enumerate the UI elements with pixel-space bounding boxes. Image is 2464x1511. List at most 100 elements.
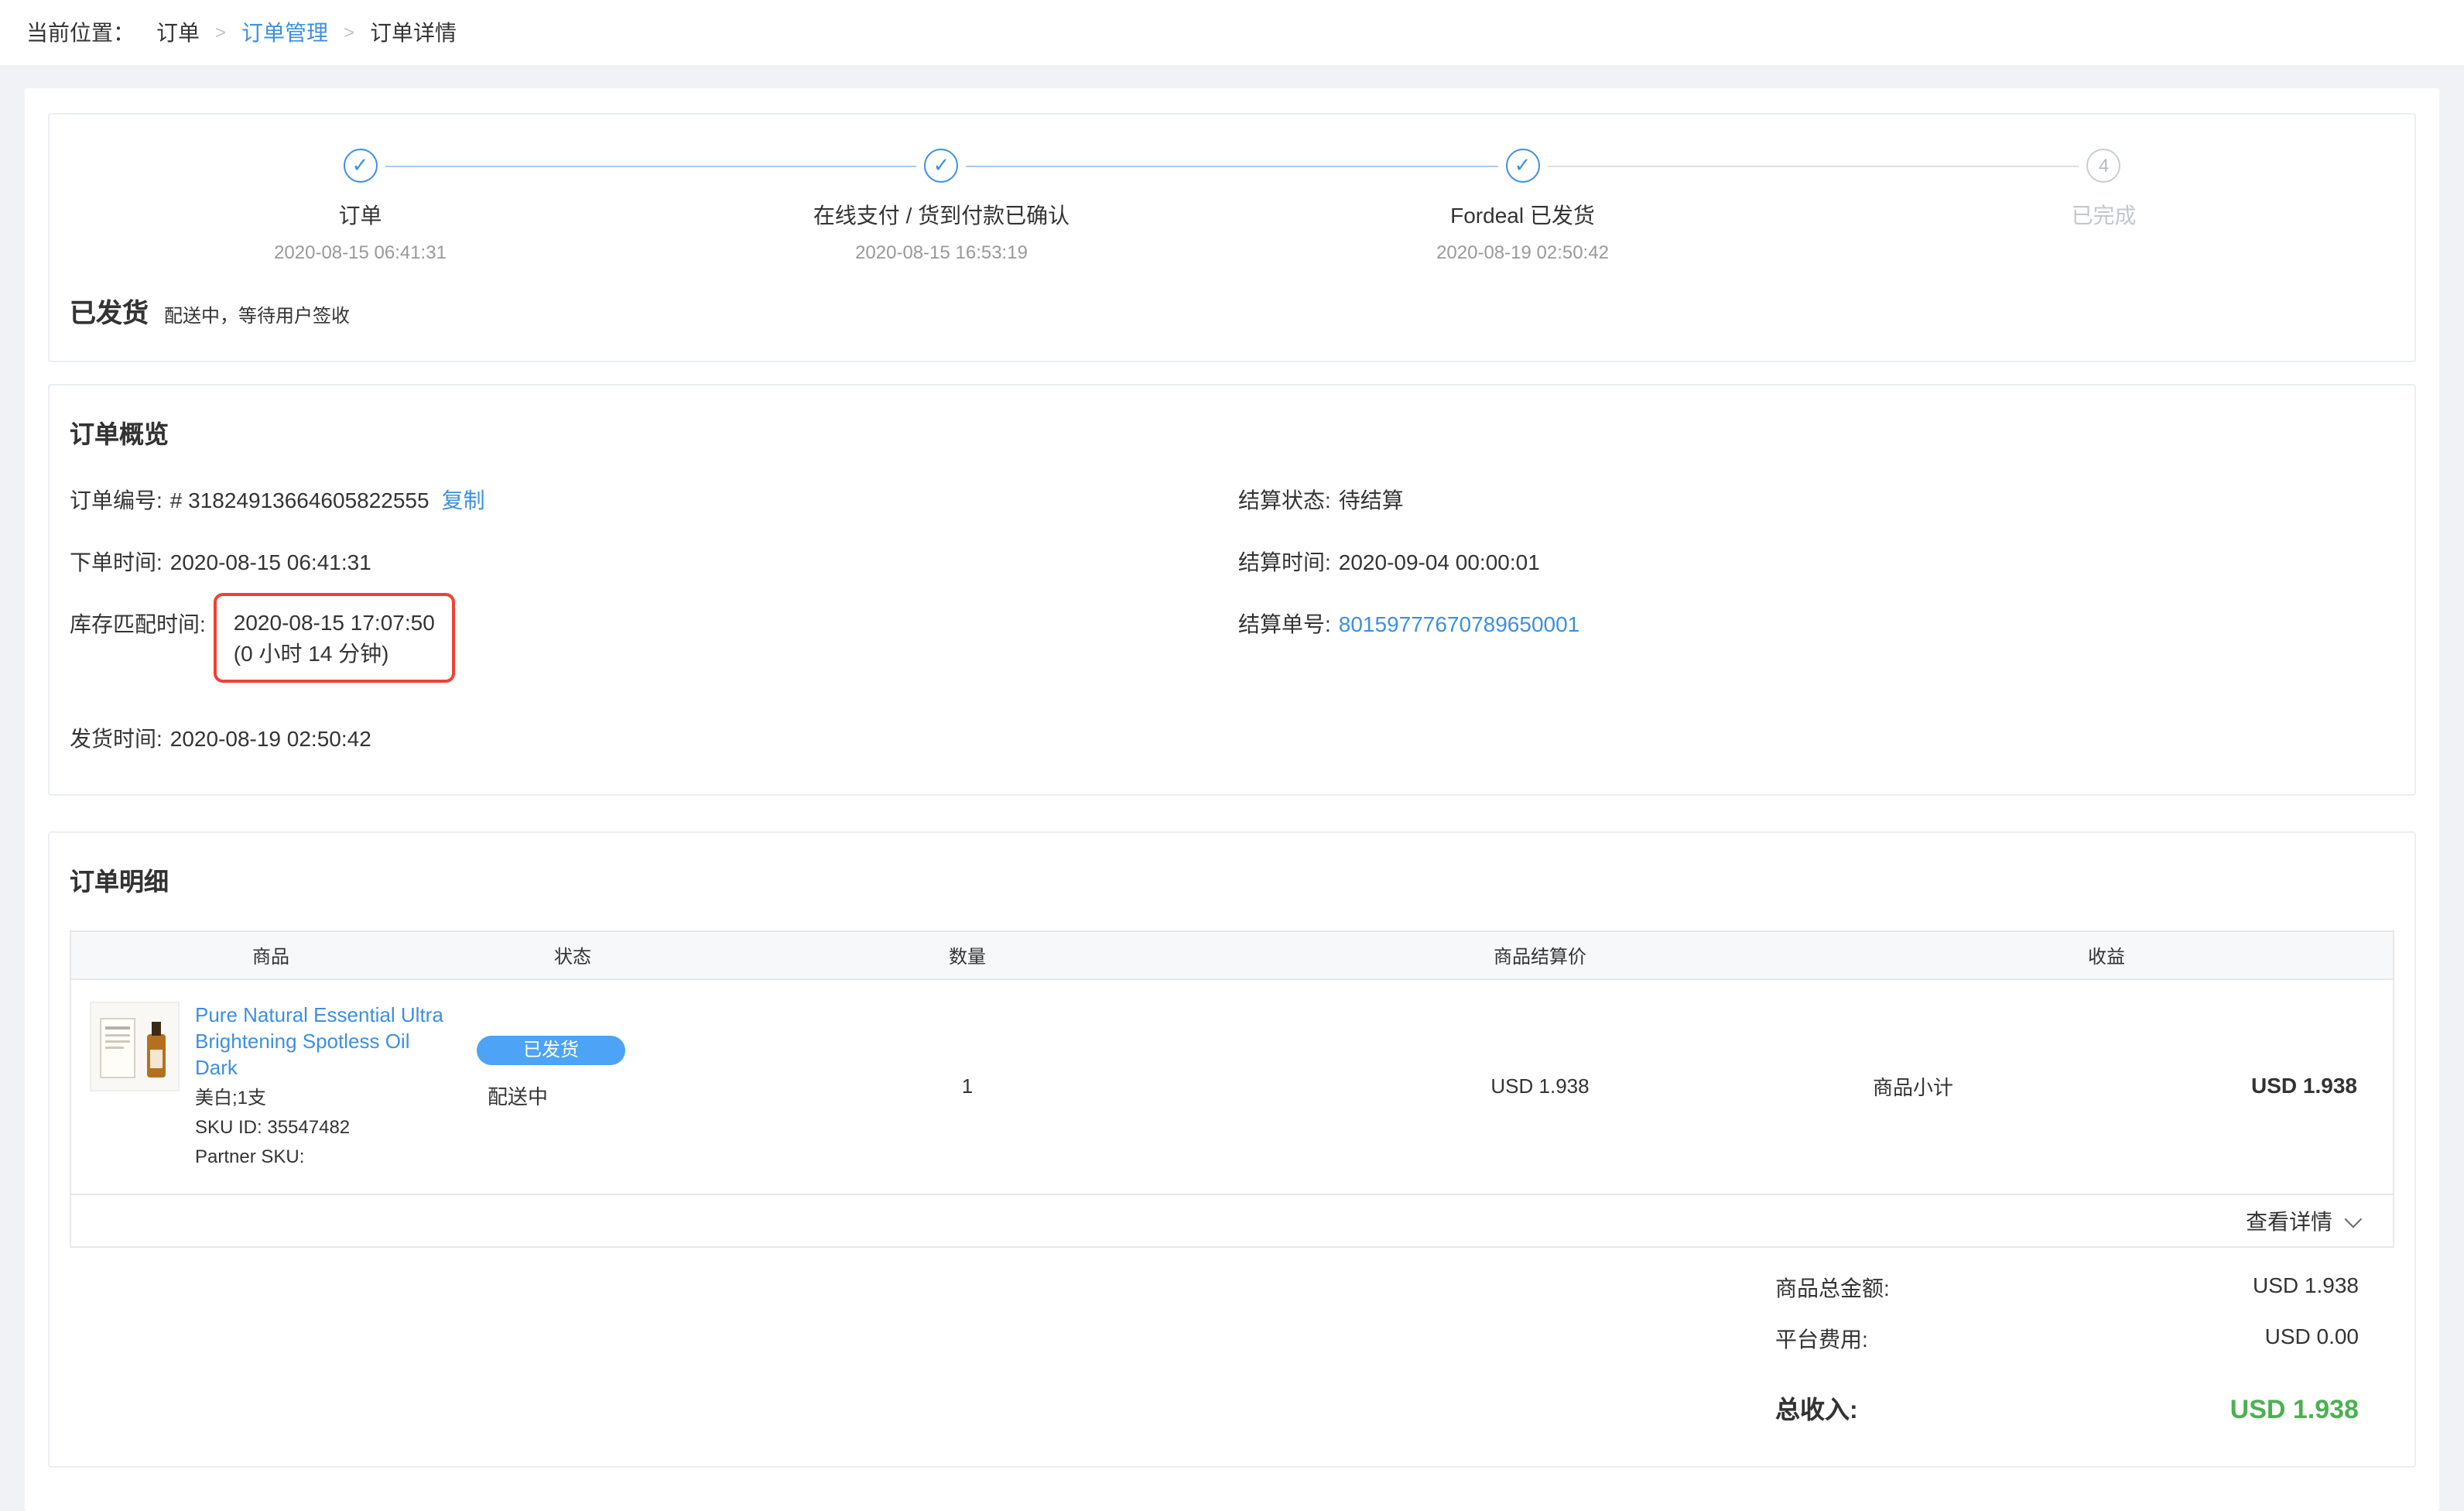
- order-time-value: 2020-08-15 06:41:31: [170, 546, 371, 579]
- overview-grid: 订单编号: # 31824913664605822555 复制 下单时间: 20…: [70, 485, 2394, 785]
- shipping-status-desc: 配送中，等待用户签收: [164, 302, 350, 328]
- check-icon: ✓: [933, 153, 950, 178]
- total-income-label: 总收入:: [1775, 1389, 1858, 1426]
- income-value: USD 1.938: [2251, 1073, 2357, 1098]
- stock-match-time-highlight-box: 2020-08-15 17:07:50 (0 小时 14 分钟): [214, 593, 455, 683]
- ship-time-label: 发货时间:: [70, 723, 163, 756]
- quantity-cell: 1: [675, 1002, 1260, 1169]
- step-title: 已完成: [1813, 200, 2394, 231]
- step-connector-line: [967, 166, 1498, 167]
- shipping-status: 已发货 配送中，等待用户签收: [70, 291, 2394, 330]
- order-progress-panel: ✓ 订单 2020-08-15 06:41:31 ✓ 在线支付 / 货到付款已确…: [48, 113, 2416, 362]
- status-cell: 已发货 配送中: [471, 1002, 675, 1169]
- settle-time-label: 结算时间:: [1238, 546, 1331, 579]
- step-title: 订单: [70, 200, 651, 231]
- income-cell: 商品小计 USD 1.938: [1820, 1002, 2393, 1169]
- header-status: 状态: [471, 942, 675, 968]
- breadcrumb-item-orders[interactable]: 订单: [156, 17, 200, 48]
- step-connector-line: [385, 166, 917, 167]
- settle-status-value: 待结算: [1339, 485, 1404, 517]
- settle-number-link[interactable]: 80159777670789650001: [1339, 608, 1579, 641]
- breadcrumb-label: 当前位置：: [26, 17, 135, 48]
- subtotal-label: 商品小计: [1873, 1071, 1953, 1100]
- summary-total-row: 总收入: USD 1.938: [1775, 1389, 2359, 1426]
- view-detail-toggle[interactable]: 查看详情: [2246, 1205, 2357, 1236]
- overview-left-column: 订单编号: # 31824913664605822555 复制 下单时间: 20…: [70, 485, 1238, 785]
- order-summary: 商品总金额: USD 1.938 平台费用: USD 0.00 总收入: USD…: [1775, 1273, 2394, 1426]
- step-number: 4: [2099, 155, 2109, 176]
- step-circle-pending: 4: [2087, 149, 2121, 183]
- summary-label: 商品总金额:: [1775, 1273, 1890, 1304]
- product-attributes: 美白;1支: [195, 1087, 455, 1110]
- step-circle-done: ✓: [1506, 149, 1540, 183]
- table-header-row: 商品 状态 数量 商品结算价 收益: [71, 932, 2393, 980]
- step-completed: 4 已完成: [1813, 149, 2394, 263]
- total-income-value: USD 1.938: [2230, 1395, 2359, 1426]
- check-icon: ✓: [1514, 153, 1531, 178]
- step-circle-done: ✓: [344, 149, 378, 183]
- breadcrumb: 当前位置： 订单 > 订单管理 > 订单详情: [0, 0, 2464, 65]
- stock-match-time-value: 2020-08-15 17:07:50: [234, 610, 435, 635]
- order-steps: ✓ 订单 2020-08-15 06:41:31 ✓ 在线支付 / 货到付款已确…: [70, 149, 2394, 263]
- breadcrumb-item-order-detail: 订单详情: [370, 17, 457, 48]
- shipping-status-title: 已发货: [70, 291, 149, 330]
- settle-number-row: 结算单号: 80159777670789650001: [1238, 608, 2394, 641]
- ship-time-row: 发货时间: 2020-08-19 02:50:42: [70, 723, 1238, 756]
- view-detail-label: 查看详情: [2246, 1205, 2332, 1236]
- order-time-label: 下单时间:: [70, 546, 163, 579]
- ship-time-value: 2020-08-19 02:50:42: [170, 723, 371, 756]
- step-time: [1813, 242, 2394, 263]
- order-number-row: 订单编号: # 31824913664605822555 复制: [70, 485, 1238, 517]
- overview-right-column: 结算状态: 待结算 结算时间: 2020-09-04 00:00:01 结算单号…: [1238, 485, 2394, 785]
- header-settlement-price: 商品结算价: [1260, 942, 1820, 968]
- stock-match-time-row: 库存匹配时间: 2020-08-15 17:07:50 (0 小时 14 分钟): [70, 608, 1238, 683]
- summary-row-total-amount: 商品总金额: USD 1.938: [1775, 1273, 2359, 1304]
- order-number-label: 订单编号:: [70, 485, 163, 517]
- product-name-link[interactable]: Pure Natural Essential Ultra Brightening…: [195, 1002, 455, 1081]
- summary-value: USD 0.00: [2265, 1324, 2359, 1355]
- step-time: 2020-08-19 02:50:42: [1232, 242, 1813, 263]
- settle-status-label: 结算状态:: [1238, 485, 1331, 517]
- breadcrumb-separator-icon: >: [344, 22, 354, 43]
- step-time: 2020-08-15 06:41:31: [70, 242, 651, 263]
- breadcrumb-item-order-management[interactable]: 订单管理: [241, 17, 328, 48]
- summary-row-platform-fee: 平台费用: USD 0.00: [1775, 1324, 2359, 1355]
- stock-match-time-label: 库存匹配时间:: [70, 608, 206, 641]
- product-partner-sku: Partner SKU:: [195, 1146, 455, 1169]
- table-row: Pure Natural Essential Ultra Brightening…: [71, 980, 2393, 1195]
- settle-number-label: 结算单号:: [1238, 608, 1331, 641]
- breadcrumb-separator-icon: >: [215, 22, 226, 43]
- status-badge: 已发货: [477, 1036, 625, 1065]
- order-items-table: 商品 状态 数量 商品结算价 收益: [70, 930, 2394, 1248]
- order-number-value: # 31824913664605822555: [170, 485, 429, 517]
- product-info: Pure Natural Essential Ultra Brightening…: [195, 1002, 455, 1169]
- order-overview-panel: 订单概览 订单编号: # 31824913664605822555 复制 下单时…: [48, 384, 2416, 796]
- check-icon: ✓: [352, 153, 369, 178]
- step-time: 2020-08-15 16:53:19: [651, 242, 1232, 263]
- header-product: 商品: [71, 942, 471, 968]
- step-title: 在线支付 / 货到付款已确认: [651, 200, 1232, 231]
- settle-time-row: 结算时间: 2020-09-04 00:00:01: [1238, 546, 2394, 579]
- settle-time-value: 2020-09-04 00:00:01: [1339, 546, 1540, 579]
- chevron-down-icon: [2345, 1210, 2363, 1228]
- product-photo-placeholder: [91, 1003, 178, 1090]
- summary-value: USD 1.938: [2253, 1273, 2359, 1304]
- order-detail-page: 当前位置： 订单 > 订单管理 > 订单详情 ✓ 订单 2020-08-15 0…: [0, 0, 2464, 1469]
- summary-label: 平台费用:: [1775, 1324, 1868, 1355]
- settle-status-row: 结算状态: 待结算: [1238, 485, 2394, 517]
- product-image[interactable]: [90, 1002, 180, 1091]
- status-sub-text: 配送中: [488, 1081, 675, 1110]
- product-cell: Pure Natural Essential Ultra Brightening…: [71, 1002, 471, 1169]
- detail-title: 订单明细: [70, 861, 2394, 898]
- product-sku-id: SKU ID: 35547482: [195, 1116, 455, 1139]
- table-actions-row: 查看详情: [71, 1195, 2393, 1246]
- copy-order-number-link[interactable]: 复制: [442, 485, 485, 517]
- step-circle-done: ✓: [925, 149, 959, 183]
- header-quantity: 数量: [675, 942, 1260, 968]
- overview-title: 订单概览: [70, 413, 2394, 451]
- step-title: Fordeal 已发货: [1232, 200, 1813, 231]
- order-detail-panel: 订单明细 商品 状态 数量 商品结算价 收益: [48, 831, 2416, 1468]
- stock-match-duration: (0 小时 14 分钟): [234, 641, 389, 666]
- main-card: ✓ 订单 2020-08-15 06:41:31 ✓ 在线支付 / 货到付款已确…: [25, 88, 2439, 1511]
- step-connector-line: [1548, 166, 2079, 167]
